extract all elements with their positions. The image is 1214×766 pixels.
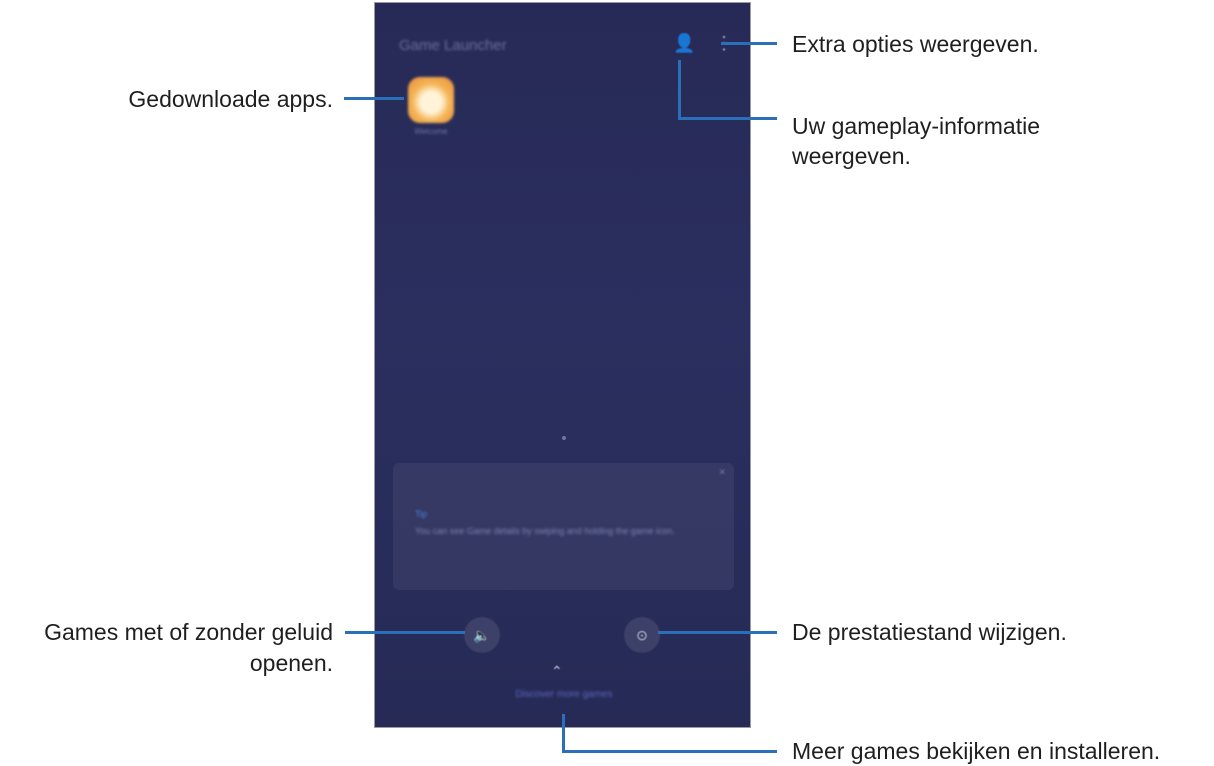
profile-icon[interactable]: 👤 bbox=[673, 33, 695, 54]
more-games-link[interactable]: Discover more games bbox=[475, 689, 653, 700]
leader-line-extra-options bbox=[721, 42, 777, 45]
downloaded-game-app[interactable]: Welcome bbox=[405, 77, 457, 136]
phone-screen: Game Launcher 👤 ⋮ Welcome ✕ Tip You can … bbox=[374, 2, 751, 728]
leader-line-more-games-horizontal bbox=[562, 750, 777, 753]
callout-gameplay-info-line2: weergeven. bbox=[792, 143, 911, 169]
callout-sound-line2: openen. bbox=[249, 650, 333, 676]
game-app-label: Welcome bbox=[414, 127, 448, 136]
leader-line-downloaded-apps bbox=[344, 97, 404, 100]
chevron-up-icon[interactable]: ⌃ bbox=[551, 663, 563, 680]
leader-line-gameplay-vertical bbox=[678, 60, 681, 119]
leader-line-gameplay-horizontal bbox=[678, 117, 777, 120]
tip-text: You can see Game details by swiping and … bbox=[415, 526, 675, 536]
callout-downloaded-apps: Gedownloade apps. bbox=[128, 86, 333, 112]
leader-line-performance bbox=[658, 631, 777, 634]
game-app-icon bbox=[408, 77, 454, 123]
page-indicator bbox=[562, 436, 566, 440]
close-icon[interactable]: ✕ bbox=[718, 467, 726, 478]
callout-performance: De prestatiestand wijzigen. bbox=[792, 619, 1067, 645]
callout-more-games: Meer games bekijken en installeren. bbox=[792, 738, 1161, 764]
speaker-icon: 🔈 bbox=[473, 626, 491, 643]
leader-line-more-games-vertical bbox=[562, 714, 565, 753]
callout-sound-line1: Games met of zonder geluid bbox=[44, 619, 333, 645]
sound-toggle-button[interactable]: 🔈 bbox=[464, 617, 500, 653]
tip-label: Tip bbox=[415, 509, 428, 519]
performance-icon: ⊙ bbox=[636, 626, 648, 643]
performance-mode-button[interactable]: ⊙ bbox=[624, 617, 660, 653]
app-title: Game Launcher bbox=[399, 37, 507, 54]
leader-line-sound bbox=[345, 631, 465, 634]
callout-extra-options: Extra opties weergeven. bbox=[792, 31, 1039, 57]
tip-card: ✕ Tip You can see Game details by swipin… bbox=[393, 463, 734, 590]
callout-gameplay-info-line1: Uw gameplay-informatie bbox=[792, 113, 1040, 139]
